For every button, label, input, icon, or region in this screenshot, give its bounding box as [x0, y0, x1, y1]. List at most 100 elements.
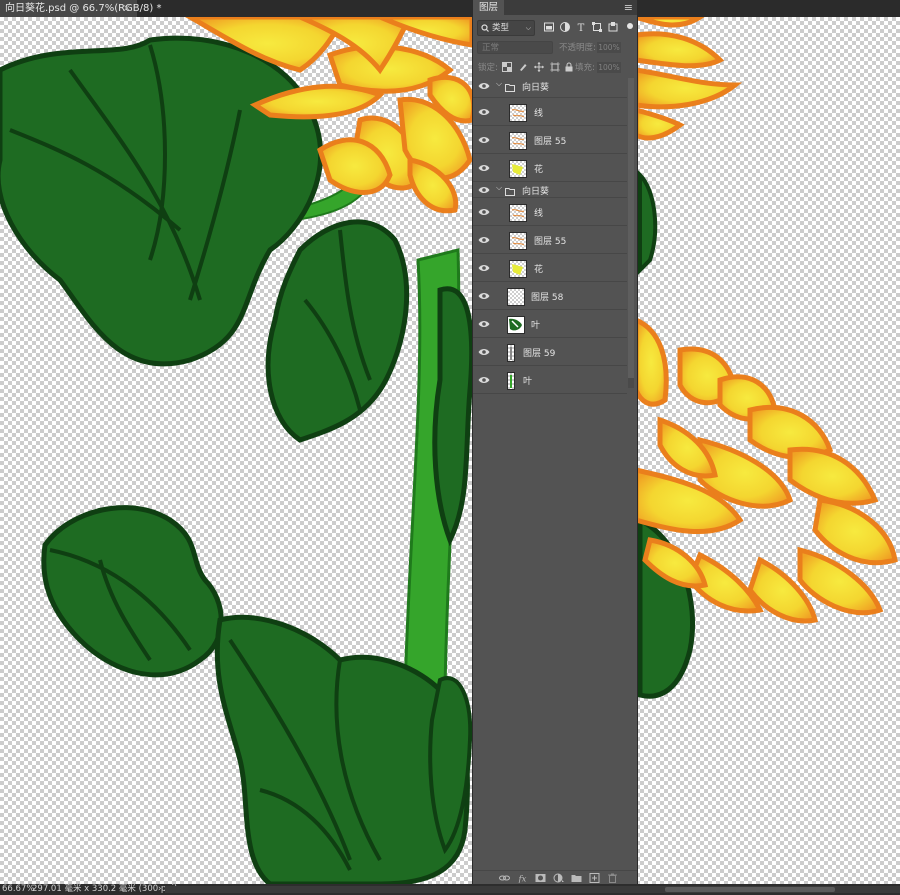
- layer-row[interactable]: 线: [473, 198, 627, 226]
- opacity-input[interactable]: 100%: [597, 42, 621, 53]
- folder-icon: [505, 186, 515, 196]
- leaf-right-top: [638, 170, 658, 275]
- panel-header: 图层 ≡: [473, 0, 637, 15]
- visibility-eye-icon[interactable]: [478, 347, 490, 357]
- layer-name: 向日葵: [522, 83, 550, 93]
- panel-bottom-toolbar: fx: [473, 870, 637, 885]
- search-icon: [481, 24, 489, 32]
- type-filter-icon[interactable]: T: [575, 21, 587, 33]
- layer-name: 图层 55: [534, 137, 567, 147]
- lock-all-icon[interactable]: [564, 62, 574, 72]
- layer-list-scrollbar[interactable]: [628, 78, 634, 388]
- layer-thumbnail: [507, 288, 525, 306]
- layer-name: 图层 55: [534, 237, 567, 247]
- layer-group-row[interactable]: ⌵ 向日葵: [473, 182, 627, 198]
- layer-row[interactable]: 叶: [473, 310, 627, 338]
- menu-icon[interactable]: ≡: [624, 0, 633, 15]
- visibility-eye-icon[interactable]: [478, 185, 490, 195]
- layer-thumbnail: [507, 344, 515, 362]
- sunflower-artwork: [0, 17, 898, 884]
- document-info: 297.01 毫米 x 330.2 毫米 (300 ppi): [32, 884, 178, 894]
- layer-row[interactable]: 叶: [473, 366, 627, 394]
- close-tab-icon[interactable]: ×: [123, 0, 131, 17]
- fill-label: 填充:: [575, 63, 595, 73]
- layer-group-row[interactable]: ⌵ 向日葵: [473, 74, 627, 98]
- layer-name: 图层 59: [523, 349, 556, 359]
- filter-kind-select[interactable]: 类型 ⌵: [477, 20, 535, 36]
- layers-tab[interactable]: 图层: [473, 0, 505, 15]
- fill-input[interactable]: 100%: [597, 62, 621, 73]
- layer-thumbnail: [509, 104, 527, 122]
- document-tab-title: 向日葵花.psd @ 66.7%(RGB/8) *: [5, 3, 162, 14]
- folder-icon: [505, 82, 515, 92]
- visibility-eye-icon[interactable]: [478, 263, 490, 273]
- layer-row[interactable]: 图层 55: [473, 226, 627, 254]
- new-layer-icon[interactable]: [589, 873, 600, 883]
- visibility-eye-icon[interactable]: [478, 235, 490, 245]
- visibility-eye-icon[interactable]: [478, 107, 490, 117]
- layer-row[interactable]: 图层 58: [473, 282, 627, 310]
- layer-thumbnail: [509, 160, 527, 178]
- layer-filter-row: 类型 ⌵ T: [473, 20, 637, 36]
- layer-name: 叶: [523, 377, 533, 387]
- svg-text:T: T: [578, 23, 585, 33]
- link-layers-icon[interactable]: [499, 873, 510, 883]
- chevron-down-icon: ⌵: [525, 24, 531, 32]
- layer-thumbnail: [509, 132, 527, 150]
- layer-thumbnail: [507, 316, 525, 334]
- lock-position-icon[interactable]: [534, 62, 544, 72]
- filter-kind-label: 类型: [492, 23, 510, 33]
- delete-layer-icon[interactable]: [607, 873, 618, 883]
- chevron-down-icon[interactable]: ⌵: [496, 183, 502, 193]
- layer-name: 图层 58: [531, 293, 564, 303]
- visibility-eye-icon[interactable]: [478, 163, 490, 173]
- lock-artboard-icon[interactable]: [550, 62, 560, 72]
- layer-thumbnail: [509, 260, 527, 278]
- scrollbar-thumb[interactable]: [628, 78, 634, 378]
- layer-thumbnail: [509, 232, 527, 250]
- lock-transparent-icon[interactable]: [502, 62, 512, 72]
- layer-row[interactable]: 线: [473, 98, 627, 126]
- lock-label: 锁定:: [478, 63, 498, 73]
- leaf-mid-left: [265, 219, 410, 443]
- layer-name: 花: [534, 165, 544, 175]
- layer-name: 向日葵: [522, 187, 550, 197]
- canvas[interactable]: [0, 17, 900, 884]
- chevron-down-icon[interactable]: ⌵: [496, 79, 502, 89]
- layer-name: 线: [534, 209, 544, 219]
- blend-mode-select[interactable]: 正常: [477, 41, 553, 54]
- smart-object-filter-icon[interactable]: [607, 21, 619, 33]
- scrollbar-thumb[interactable]: [665, 887, 835, 892]
- zoom-level[interactable]: 66.67%: [2, 884, 34, 895]
- add-mask-icon[interactable]: [535, 873, 546, 883]
- adjustment-layer-icon[interactable]: [553, 873, 564, 883]
- layer-row[interactable]: 图层 59: [473, 338, 627, 366]
- leaf-lower-left: [41, 505, 224, 678]
- layer-row[interactable]: 花: [473, 254, 627, 282]
- fx-icon[interactable]: fx: [517, 873, 528, 884]
- adjustment-filter-icon[interactable]: [559, 21, 571, 33]
- visibility-eye-icon[interactable]: [478, 291, 490, 301]
- shape-filter-icon[interactable]: [591, 21, 603, 33]
- image-filter-icon[interactable]: [543, 21, 555, 33]
- status-arrow-icon[interactable]: ›: [158, 884, 161, 895]
- new-group-icon[interactable]: [571, 873, 582, 883]
- flower-top-right: [633, 17, 743, 141]
- layer-row[interactable]: 图层 55: [473, 126, 627, 154]
- filter-toggle[interactable]: [627, 23, 633, 29]
- layer-thumbnail: [507, 372, 515, 390]
- document-tab[interactable]: 向日葵花.psd @ 66.7%(RGB/8) * ×: [0, 0, 161, 17]
- document-tab-bar: 向日葵花.psd @ 66.7%(RGB/8) * ×: [0, 0, 900, 18]
- visibility-eye-icon[interactable]: [478, 319, 490, 329]
- visibility-eye-icon[interactable]: [478, 81, 490, 91]
- status-bar: 66.67% 297.01 毫米 x 330.2 毫米 (300 ppi) ›: [0, 884, 900, 895]
- layer-name: 线: [534, 109, 544, 119]
- lock-paint-icon[interactable]: [518, 62, 528, 72]
- visibility-eye-icon[interactable]: [478, 135, 490, 145]
- layer-thumbnail: [509, 204, 527, 222]
- layer-name: 叶: [531, 321, 541, 331]
- layer-row[interactable]: 花: [473, 154, 627, 182]
- horizontal-scrollbar[interactable]: [165, 886, 900, 893]
- visibility-eye-icon[interactable]: [478, 375, 490, 385]
- visibility-eye-icon[interactable]: [478, 207, 490, 217]
